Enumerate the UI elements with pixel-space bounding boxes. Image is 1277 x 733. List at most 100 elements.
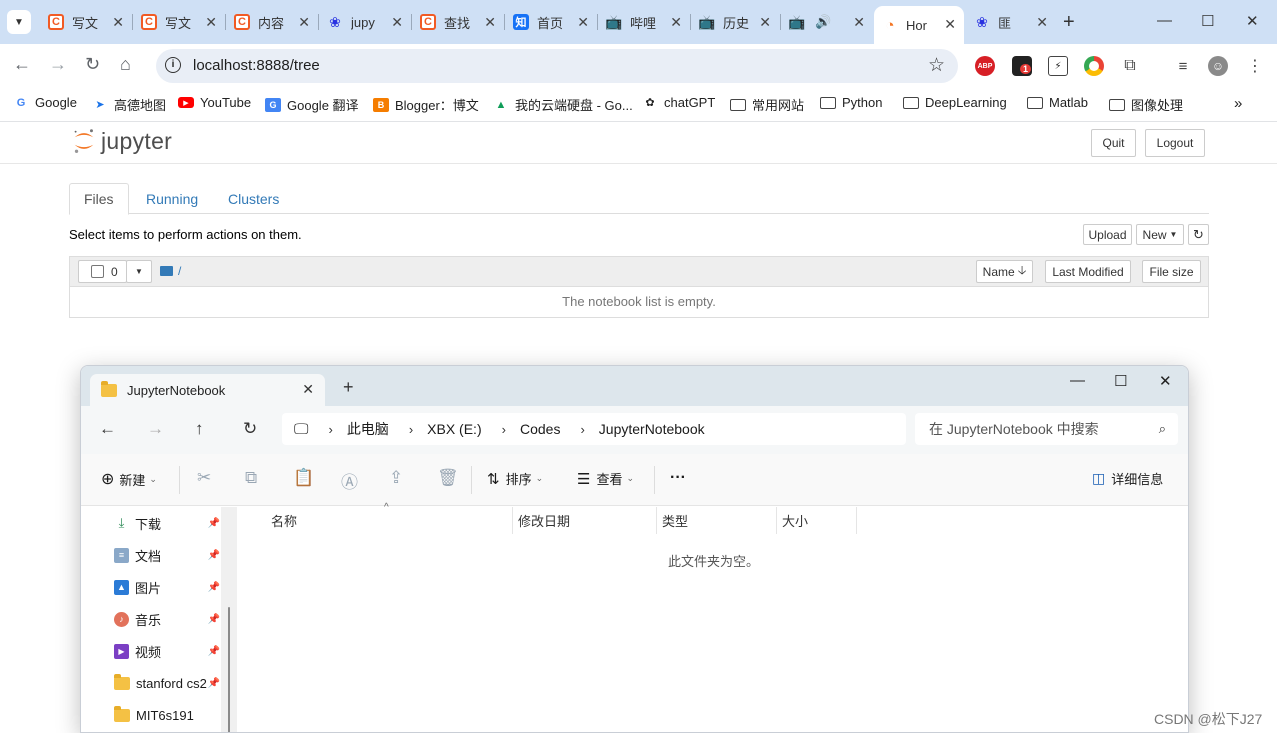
tab-clusters[interactable]: Clusters xyxy=(214,183,293,214)
speaker-icon[interactable]: 🔊 xyxy=(815,14,831,30)
view-button[interactable]: ☰ 查看 ⌄ xyxy=(577,469,634,488)
close-tab-icon[interactable]: ✕ xyxy=(298,14,310,31)
details-pane-button[interactable]: ◫ 详细信息 xyxy=(1092,469,1163,488)
close-tab-icon[interactable]: ✕ xyxy=(1036,14,1048,31)
close-window-button[interactable]: ✕ xyxy=(1246,12,1259,30)
forward-icon[interactable]: → xyxy=(147,419,164,439)
column-header-name[interactable]: 名称 xyxy=(266,507,513,534)
browser-tab[interactable]: C 写文 ✕ xyxy=(133,8,225,36)
bookmark-star-icon[interactable]: ☆ xyxy=(928,54,945,77)
column-header-modified[interactable]: 修改日期 xyxy=(513,507,657,534)
media-control-icon[interactable]: ≡ xyxy=(1173,56,1193,76)
sort-by-modified-button[interactable]: Last Modified xyxy=(1045,260,1131,283)
site-info-icon[interactable]: i xyxy=(165,57,181,73)
nav-item-folder[interactable]: MIT6s191 xyxy=(114,705,220,725)
color-picker-icon[interactable] xyxy=(1084,56,1104,76)
pin-icon[interactable]: 📌 xyxy=(208,550,220,561)
logout-button[interactable]: Logout xyxy=(1145,129,1205,157)
browser-tab[interactable]: C 内容 ✕ xyxy=(226,8,318,36)
breadcrumb-item[interactable]: JupyterNotebook xyxy=(599,421,705,437)
maximize-window-button[interactable]: ☐ xyxy=(1114,372,1127,390)
cut-icon[interactable]: ✂ xyxy=(197,468,211,488)
explorer-tab[interactable]: JupyterNotebook ✕ xyxy=(90,374,325,406)
breadcrumb-item[interactable]: Codes xyxy=(520,421,560,437)
explorer-search-input[interactable]: 在 JupyterNotebook 中搜索 ⌕ xyxy=(915,413,1178,445)
back-icon[interactable]: ← xyxy=(99,419,116,439)
pin-icon[interactable]: 📌 xyxy=(208,582,220,593)
sort-button[interactable]: ⇅ 排序 ⌄ xyxy=(487,469,543,488)
refresh-button[interactable]: ↻ xyxy=(1188,224,1209,245)
bookmark-google-translate[interactable]: G Google 翻译 xyxy=(265,95,359,114)
forward-icon[interactable]: → xyxy=(49,54,67,75)
bookmark-amap[interactable]: ➤ 高德地图 xyxy=(92,95,166,114)
new-button[interactable]: ⊕ 新建 ⌄ xyxy=(101,469,157,489)
upload-button[interactable]: Upload xyxy=(1083,224,1132,245)
back-icon[interactable]: ← xyxy=(13,54,31,75)
nav-item-folder[interactable]: stanford cs2 📌 xyxy=(114,673,220,693)
chevron-right-icon[interactable]: › xyxy=(409,422,413,437)
close-tab-icon[interactable]: ✕ xyxy=(302,381,314,398)
bookmark-folder[interactable]: DeepLearning xyxy=(903,95,1007,110)
close-tab-icon[interactable]: ✕ xyxy=(205,14,217,31)
minimize-window-button[interactable]: — xyxy=(1157,12,1172,29)
nav-item-pictures[interactable]: ▲ 图片 📌 xyxy=(114,577,220,597)
nav-item-music[interactable]: ♪ 音乐 📌 xyxy=(114,609,220,629)
close-tab-icon[interactable]: ✕ xyxy=(759,14,771,31)
bookmark-youtube[interactable]: ▶ YouTube xyxy=(178,95,251,110)
new-dropdown-button[interactable]: New ▼ xyxy=(1136,224,1184,245)
chevron-right-icon[interactable]: › xyxy=(328,422,332,437)
bookmark-blogger[interactable]: B Blogger：博文 xyxy=(373,95,479,114)
browser-tab[interactable]: ❀ jupy ✕ xyxy=(319,8,411,36)
tab-running[interactable]: Running xyxy=(132,183,212,214)
column-header-size[interactable]: 大小 xyxy=(777,507,857,534)
home-icon[interactable]: ⌂ xyxy=(120,54,131,75)
minimize-window-button[interactable]: — xyxy=(1070,372,1085,389)
pin-icon[interactable]: 📌 xyxy=(208,518,220,529)
jupyter-logo[interactable]: jupyter xyxy=(72,127,172,155)
breadcrumb-item[interactable]: 此电脑 xyxy=(347,419,389,439)
bookmark-google-drive[interactable]: ▲ 我的云端硬盘 - Go... xyxy=(493,95,633,114)
pin-icon[interactable]: 📌 xyxy=(208,614,220,625)
breadcrumb[interactable]: / xyxy=(160,264,181,278)
column-header-type[interactable]: 类型 xyxy=(657,507,777,534)
bookmark-google[interactable]: G Google xyxy=(13,95,77,110)
checkbox-icon[interactable] xyxy=(91,265,104,278)
close-tab-icon[interactable]: ✕ xyxy=(853,14,865,31)
share-icon[interactable]: ⇪ xyxy=(389,468,403,488)
adblock-plus-icon[interactable]: ABP xyxy=(975,56,995,76)
browser-tab[interactable]: C 写文 ✕ xyxy=(40,8,132,36)
save-page-icon[interactable]: ⚡ xyxy=(1048,56,1068,76)
reload-icon[interactable]: ↻ xyxy=(85,54,100,75)
address-bar[interactable]: i localhost:8888/tree ☆ xyxy=(156,49,958,83)
nav-item-downloads[interactable]: ⤓ 下载 📌 xyxy=(114,513,220,533)
navigation-pane-scrollbar[interactable] xyxy=(228,607,230,732)
tab-files[interactable]: Files xyxy=(69,183,129,215)
rename-icon[interactable]: Ⓐ xyxy=(341,468,358,493)
extension-icon[interactable]: 1 xyxy=(1012,56,1032,76)
select-all-checkbox[interactable]: 0 xyxy=(78,260,127,283)
close-tab-icon[interactable]: ✕ xyxy=(577,14,589,31)
bookmark-folder[interactable]: Matlab xyxy=(1027,95,1088,110)
close-tab-icon[interactable]: ✕ xyxy=(944,16,956,33)
bookmark-folder[interactable]: 图像处理 xyxy=(1109,95,1183,114)
maximize-window-button[interactable]: ☐ xyxy=(1201,12,1214,30)
bookmark-chatgpt[interactable]: ✿ chatGPT xyxy=(642,95,715,110)
quit-button[interactable]: Quit xyxy=(1091,129,1136,157)
profile-avatar[interactable]: ☺ xyxy=(1208,56,1228,76)
browser-tab[interactable]: C 查找 ✕ xyxy=(412,8,504,36)
delete-icon[interactable]: 🗑 xyxy=(437,468,459,488)
close-tab-icon[interactable]: ✕ xyxy=(484,14,496,31)
selection-menu-button[interactable]: ▼ xyxy=(126,260,152,283)
copy-icon[interactable]: ⧉ xyxy=(245,468,257,488)
browser-tab[interactable]: 📺 历史 ✕ xyxy=(691,8,779,36)
bookmarks-overflow-icon[interactable]: » xyxy=(1234,95,1242,112)
sort-by-size-button[interactable]: File size xyxy=(1142,260,1201,283)
refresh-icon[interactable]: ↻ xyxy=(243,419,257,439)
bookmark-folder[interactable]: Python xyxy=(820,95,882,110)
close-tab-icon[interactable]: ✕ xyxy=(112,14,124,31)
sort-by-name-button[interactable]: Name 🡣 xyxy=(976,260,1033,283)
browser-tab[interactable]: 📺 哔哩 ✕ xyxy=(598,8,690,36)
close-window-button[interactable]: ✕ xyxy=(1159,372,1172,390)
chevron-right-icon[interactable]: › xyxy=(580,422,584,437)
breadcrumb-item[interactable]: XBX (E:) xyxy=(427,421,481,437)
